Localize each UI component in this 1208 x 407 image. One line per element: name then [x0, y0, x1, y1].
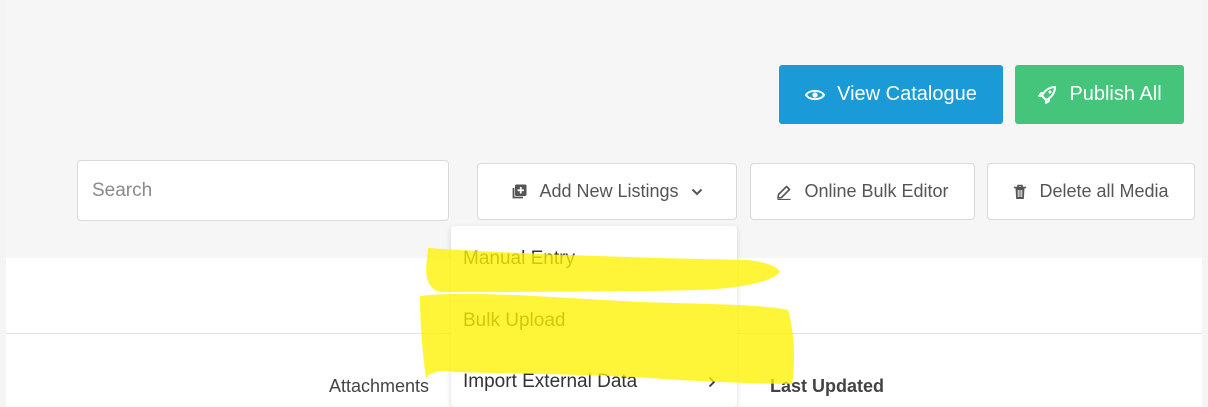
column-header-attachments[interactable]: Attachments [329, 376, 429, 397]
menu-item-manual-entry[interactable]: Manual Entry [463, 248, 575, 270]
publish-all-button[interactable]: Publish All [1015, 65, 1184, 124]
chevron-down-icon [691, 188, 703, 196]
view-catalogue-label: View Catalogue [837, 83, 977, 105]
chevron-right-icon [708, 372, 716, 393]
pencil-icon [776, 184, 792, 200]
online-bulk-editor-button[interactable]: Online Bulk Editor [750, 163, 975, 220]
add-new-listings-button[interactable]: Add New Listings [477, 163, 737, 220]
add-copy-icon [511, 184, 527, 200]
delete-all-media-button[interactable]: Delete all Media [987, 163, 1195, 220]
publish-all-label: Publish All [1069, 83, 1162, 105]
delete-all-media-label: Delete all Media [1039, 181, 1169, 201]
add-new-listings-dropdown-menu: Manual Entry Bulk Upload Import External… [451, 226, 737, 407]
online-bulk-editor-label: Online Bulk Editor [804, 181, 949, 201]
trash-icon [1013, 184, 1027, 200]
column-header-last-updated[interactable]: Last Updated [770, 376, 884, 397]
rocket-icon [1037, 85, 1057, 105]
view-catalogue-button[interactable]: View Catalogue [779, 65, 1003, 124]
search-input[interactable] [77, 160, 449, 221]
menu-item-import-external-data[interactable]: Import External Data [463, 371, 637, 393]
add-new-listings-label: Add New Listings [539, 181, 679, 201]
menu-item-bulk-upload[interactable]: Bulk Upload [463, 310, 565, 332]
eye-icon [805, 88, 826, 102]
